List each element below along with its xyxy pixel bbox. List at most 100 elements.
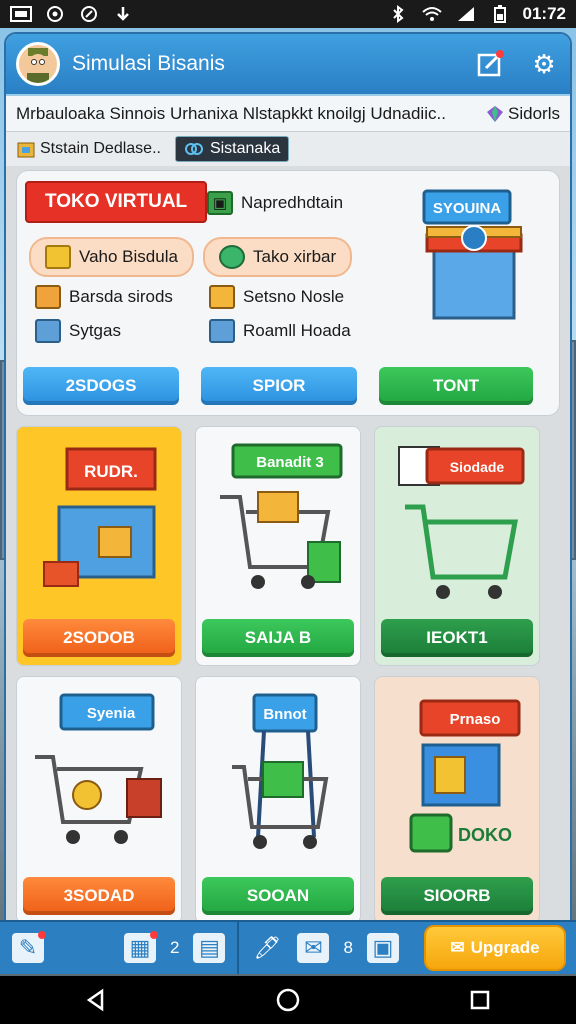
card-button[interactable]: SOOAN bbox=[202, 877, 354, 915]
cart-icon: Bnnot bbox=[232, 693, 329, 849]
panel-item[interactable]: Barsda sirods bbox=[35, 285, 173, 309]
store-sign: SYOUINA bbox=[433, 200, 502, 217]
product-card[interactable]: Prnaso DOKO SIOORB bbox=[374, 676, 540, 924]
card-button-small[interactable]: ▤ bbox=[193, 933, 226, 963]
settings-button[interactable]: ⚙ bbox=[528, 48, 560, 80]
product-grid: RUDR. 2SODOB Banadit 3 SAIJA B Siodade I… bbox=[16, 426, 560, 924]
clock: 01:72 bbox=[522, 4, 566, 23]
avatar-icon bbox=[27, 48, 49, 83]
cart-icon: Banadit 3 bbox=[220, 443, 343, 589]
card-extra-label: DOKO bbox=[458, 825, 512, 845]
signal-icon bbox=[455, 5, 477, 23]
product-card[interactable]: Bnnot SOOAN bbox=[195, 676, 361, 924]
panel-title: TOKO VIRTUAL bbox=[25, 181, 208, 223]
recents-button[interactable] bbox=[460, 980, 500, 1020]
status-chip[interactable]: Sistanaka bbox=[174, 136, 290, 162]
card-button[interactable]: SIOORB bbox=[381, 877, 533, 915]
product-card[interactable]: Banadit 3 SAIJA B bbox=[195, 426, 361, 666]
id-card-button[interactable]: ▣ bbox=[366, 933, 399, 963]
box-icon bbox=[45, 245, 71, 269]
card-sign: Bnnot bbox=[263, 706, 306, 723]
card-sign: Prnaso bbox=[450, 711, 501, 728]
globe-icon bbox=[219, 245, 245, 269]
card-button[interactable]: IEOKT1 bbox=[381, 619, 533, 657]
status-chip-label[interactable]: Ststain Dedlase.. bbox=[40, 140, 161, 158]
panel-button-3[interactable]: TONT bbox=[379, 367, 533, 405]
panel-item[interactable]: Setsno Nosle bbox=[209, 285, 344, 309]
panel-button-2[interactable]: SPIOR bbox=[201, 367, 357, 405]
badge-count: 8 bbox=[343, 938, 353, 957]
package-icon bbox=[35, 319, 61, 343]
home-button[interactable] bbox=[268, 980, 308, 1020]
panel-item[interactable]: Tako xirbar bbox=[203, 237, 353, 277]
card-icon: ▤ bbox=[199, 935, 220, 960]
mail-icon: ✉ bbox=[304, 935, 323, 960]
gift-icon: ✉ bbox=[450, 938, 465, 957]
notification-dot bbox=[150, 931, 158, 939]
download-icon bbox=[112, 5, 134, 23]
back-icon bbox=[86, 988, 104, 1012]
upgrade-button[interactable]: ✉ Upgrade bbox=[424, 925, 566, 971]
featured-store-panel: TOKO VIRTUAL ▣ Napredhdtain Vaho Bisdula… bbox=[16, 170, 560, 416]
main-content: TOKO VIRTUAL ▣ Napredhdtain Vaho Bisdula… bbox=[6, 164, 570, 930]
app-bar: Simulasi Bisanis ⚙ bbox=[6, 34, 570, 94]
crate-icon bbox=[17, 142, 35, 158]
calendar-icon: ▦ bbox=[129, 935, 151, 960]
product-card[interactable]: RUDR. 2SODOB bbox=[16, 426, 182, 666]
pen-icon: 🖊 bbox=[253, 935, 282, 960]
card-button[interactable]: SAIJA B bbox=[202, 619, 354, 657]
app-title: Simulasi Bisanis bbox=[72, 52, 225, 75]
card-button[interactable]: 2SODOB bbox=[23, 619, 175, 657]
card-sign: Syenia bbox=[87, 705, 136, 722]
news-ticker: Mrbauloaka Sinnois Urhanixa Nlstapkkt kn… bbox=[6, 94, 570, 166]
status-bar: 01:72 bbox=[0, 0, 576, 28]
bottom-toolbar: ✎ ▦ 2 ▤ 🖊 ✉ 8 ▣ ✉ Upgrade bbox=[0, 920, 576, 974]
mail-button[interactable]: ✉ bbox=[297, 933, 330, 963]
edit-note-button[interactable] bbox=[474, 48, 506, 80]
pen-button[interactable]: 🖊 bbox=[251, 933, 283, 963]
package-icon bbox=[209, 285, 235, 309]
gem-label[interactable]: Sidorls bbox=[508, 104, 560, 124]
whatsapp-icon bbox=[44, 5, 66, 23]
status-chip-text: Sistanaka bbox=[209, 140, 281, 157]
delivery-box-illustration: Prnaso DOKO bbox=[409, 699, 521, 853]
badge-count: 2 bbox=[170, 938, 180, 957]
package-icon bbox=[209, 319, 235, 343]
home-icon bbox=[276, 988, 300, 1012]
panel-item[interactable]: Roamll Hoada bbox=[209, 319, 351, 343]
card-button[interactable]: 3SODAD bbox=[23, 877, 175, 915]
gem-icon bbox=[487, 105, 504, 122]
notification-dot bbox=[38, 931, 46, 939]
avatar[interactable] bbox=[16, 42, 60, 86]
battery-icon bbox=[489, 5, 511, 23]
panel-item[interactable]: ▣ Napredhdtain bbox=[207, 191, 343, 215]
sim-icon bbox=[10, 5, 32, 23]
edit-button[interactable]: ✎ bbox=[12, 931, 46, 963]
app-window: Simulasi Bisanis ⚙ Mrbauloaka Sinnois Ur… bbox=[4, 32, 572, 972]
card-sign: RUDR. bbox=[84, 462, 138, 481]
panel-item[interactable]: Sytgas bbox=[35, 319, 121, 343]
back-button[interactable] bbox=[76, 980, 116, 1020]
card-sign: Banadit 3 bbox=[256, 454, 324, 471]
location-icon bbox=[78, 5, 100, 23]
calendar-button[interactable]: ▦ bbox=[124, 931, 158, 963]
recents-icon bbox=[470, 990, 490, 1010]
package-icon bbox=[35, 285, 61, 309]
product-card[interactable]: Syenia 3SODAD bbox=[16, 676, 182, 924]
panel-button-1[interactable]: 2SDOGS bbox=[23, 367, 179, 405]
ticker-headline[interactable]: Mrbauloaka Sinnois Urhanixa Nlstapkkt kn… bbox=[16, 104, 446, 124]
id-card-icon: ▣ bbox=[372, 935, 394, 960]
cart-icon: Syenia bbox=[35, 693, 162, 844]
panel-item[interactable]: Vaho Bisdula bbox=[29, 237, 194, 277]
wifi-icon bbox=[421, 5, 443, 23]
notification-dot bbox=[496, 50, 504, 58]
edit-icon: ✎ bbox=[18, 935, 38, 960]
crate-icon: ▣ bbox=[207, 191, 233, 215]
cart-icon: Siodade bbox=[398, 446, 525, 599]
link-icon bbox=[184, 143, 203, 155]
card-sign: Siodade bbox=[450, 459, 505, 475]
system-nav-bar bbox=[0, 976, 576, 1024]
bluetooth-icon bbox=[387, 5, 409, 23]
product-card[interactable]: Siodade IEOKT1 bbox=[374, 426, 540, 666]
market-stall-illustration: RUDR. bbox=[43, 447, 157, 587]
